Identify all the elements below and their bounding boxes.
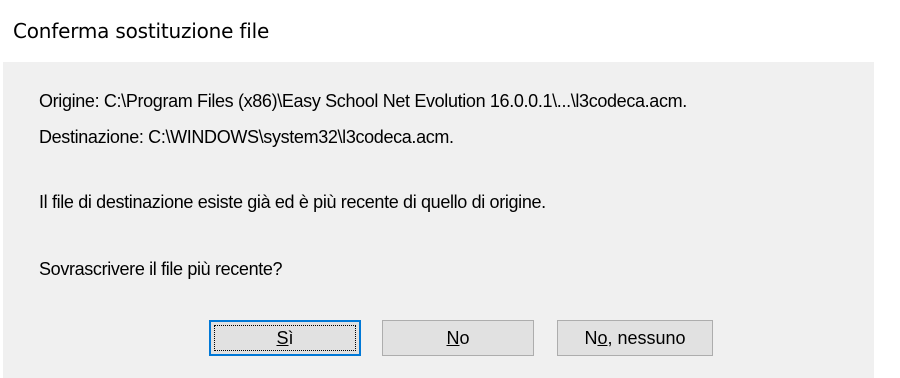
no-to-all-label-pre: N [584, 327, 598, 348]
info-text: Il file di destinazione esiste già ed è … [39, 192, 546, 212]
no-to-all-button[interactable]: No, nessuno [557, 320, 713, 356]
no-to-all-mnemonic: o [597, 327, 608, 348]
no-label-rest: o [459, 327, 470, 348]
dialog-title: Conferma sostituzione file [13, 19, 270, 43]
no-button[interactable]: No [382, 320, 534, 356]
title-bar[interactable]: Conferma sostituzione file [0, 0, 900, 62]
yes-button[interactable]: Sì [209, 320, 361, 356]
no-button-label: No [446, 328, 469, 349]
destination-path-text: Destinazione: C:\WINDOWS\system32\l3code… [39, 127, 454, 147]
no-to-all-label-rest: , nessuno [607, 327, 686, 348]
replace-file-dialog: Conferma sostituzione file Origine: C:\P… [0, 0, 900, 378]
no-mnemonic: N [446, 327, 460, 348]
origin-path-text: Origine: C:\Program Files (x86)\Easy Sch… [39, 91, 687, 111]
focus-rectangle [214, 325, 356, 351]
question-text: Sovrascrivere il file più recente? [39, 259, 283, 279]
no-to-all-button-label: No, nessuno [584, 328, 685, 349]
